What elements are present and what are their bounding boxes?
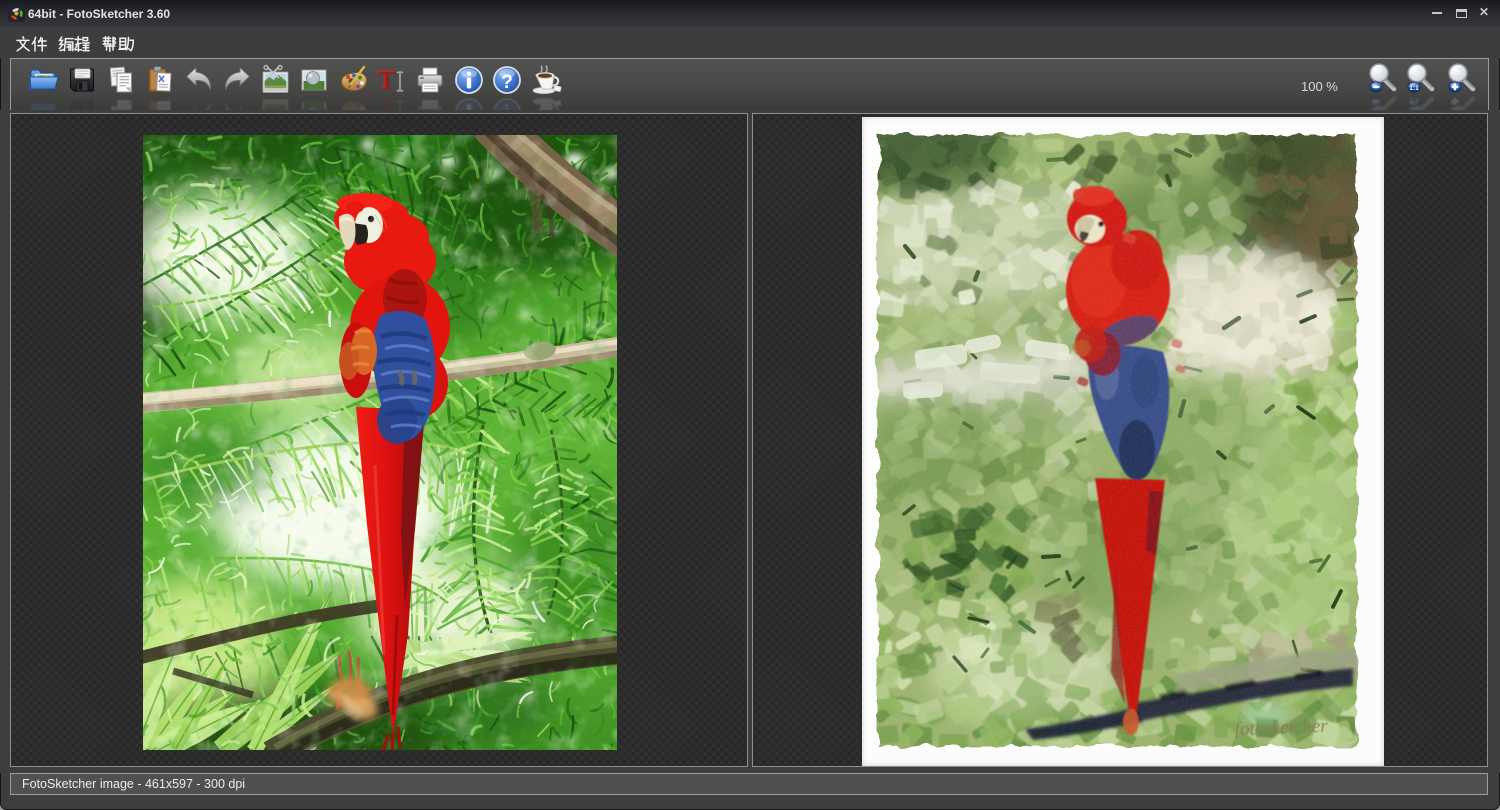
- svg-text:1:1: 1:1: [1409, 96, 1419, 103]
- svg-text:1:1: 1:1: [1409, 85, 1419, 92]
- svg-text:fotosketcher: fotosketcher: [1234, 716, 1328, 740]
- svg-text:T: T: [379, 67, 396, 96]
- svg-text:?: ?: [501, 72, 513, 93]
